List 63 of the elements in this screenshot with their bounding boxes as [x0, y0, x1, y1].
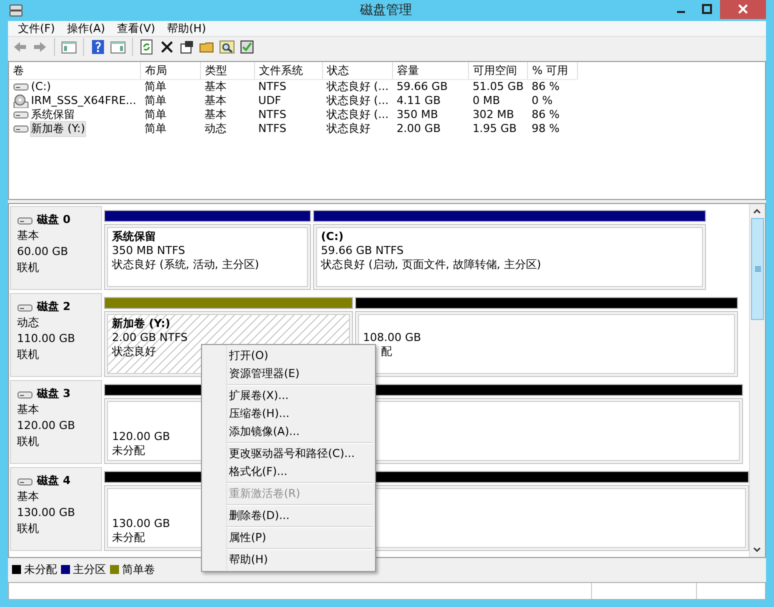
partition-status: 配 [381, 345, 392, 360]
table-cell: 0 % [532, 94, 553, 108]
table-cell: 简单 [144, 94, 166, 108]
partition-size: 350 MB NTFS [112, 244, 186, 258]
table-cell: 86 % [532, 80, 560, 94]
disk-name: 磁盘 2 [37, 300, 70, 314]
table-cell: 动态 [204, 122, 226, 136]
disk-status: 联机 [17, 261, 39, 276]
table-cell: 状态良好 (... [326, 108, 389, 122]
disk-name: 磁盘 0 [37, 213, 70, 228]
table-cell: 基本 [204, 80, 226, 94]
partition-name: 系统保留 [112, 230, 156, 244]
disk-size: 60.00 GB [17, 245, 68, 260]
table-cell: 简单 [144, 108, 166, 122]
disk-size: 120.00 GB [17, 419, 76, 434]
partition-status: 未分配 [112, 444, 145, 458]
partition-size: 130.00 GB [112, 517, 170, 532]
disk-type: 基本 [17, 403, 39, 418]
table-cell: 98 % [532, 122, 560, 136]
table-cell: 59.66 GB [396, 80, 448, 94]
table-cell: NTFS [258, 80, 286, 94]
disk-status: 联机 [17, 348, 39, 362]
partition-status: 状态良好 (系统, 活动, 主分区) [112, 258, 260, 272]
table-cell: 状态良好 (... [326, 80, 389, 94]
table-cell: 2.00 GB [396, 122, 441, 136]
table-cell: 51.05 GB [472, 80, 524, 94]
table-cell: 86 % [532, 108, 560, 122]
table-cell: 状态良好 (... [326, 94, 389, 108]
partition-status: 状态良好 (启动, 页面文件, 故障转储, 主分区) [321, 258, 542, 272]
partition-status: 状态良好 [112, 345, 156, 360]
table-cell: 4.11 GB [396, 94, 441, 108]
partition-size: 59.66 GB NTFS [321, 244, 404, 258]
disk-status: 联机 [17, 522, 39, 536]
partition-size: 120.00 GB [112, 430, 170, 444]
window-title: 磁盘管理 [360, 2, 412, 20]
table-cell: 基本 [204, 108, 226, 122]
partition-size: 108.00 GB [363, 331, 422, 346]
disk-status: 联机 [17, 435, 39, 450]
table-cell: NTFS [258, 122, 286, 136]
disk-type: 动态 [17, 316, 39, 330]
legend-label: 主分区 [73, 562, 106, 577]
disk-size: 110.00 GB [17, 332, 76, 346]
disk-name: 磁盘 3 [37, 387, 70, 402]
table-cell: 350 MB [396, 108, 438, 122]
disk-name: 磁盘 4 [37, 474, 70, 488]
table-cell: 0 MB [472, 94, 500, 108]
table-cell: 简单 [144, 122, 166, 136]
table-cell: 基本 [204, 94, 226, 108]
table-cell: UDF [258, 94, 282, 108]
disk-type: 基本 [17, 229, 39, 244]
legend-label: 简单卷 [122, 562, 155, 577]
partition-status: 未分配 [112, 531, 145, 546]
legend-label: 未分配 [24, 562, 57, 577]
table-cell: 302 MB [472, 108, 514, 122]
partition-name: (C:) [321, 230, 344, 244]
table-cell: NTFS [258, 108, 286, 122]
table-cell: 简单 [144, 80, 166, 94]
disk-type: 基本 [17, 490, 39, 504]
disk-size: 130.00 GB [17, 506, 76, 520]
table-cell: 状态良好 [326, 122, 370, 136]
partition-name: 新加卷 (Y:) [112, 317, 170, 330]
table-cell: 1.95 GB [472, 122, 517, 136]
partition-size: 2.00 GB NTFS [112, 331, 188, 346]
